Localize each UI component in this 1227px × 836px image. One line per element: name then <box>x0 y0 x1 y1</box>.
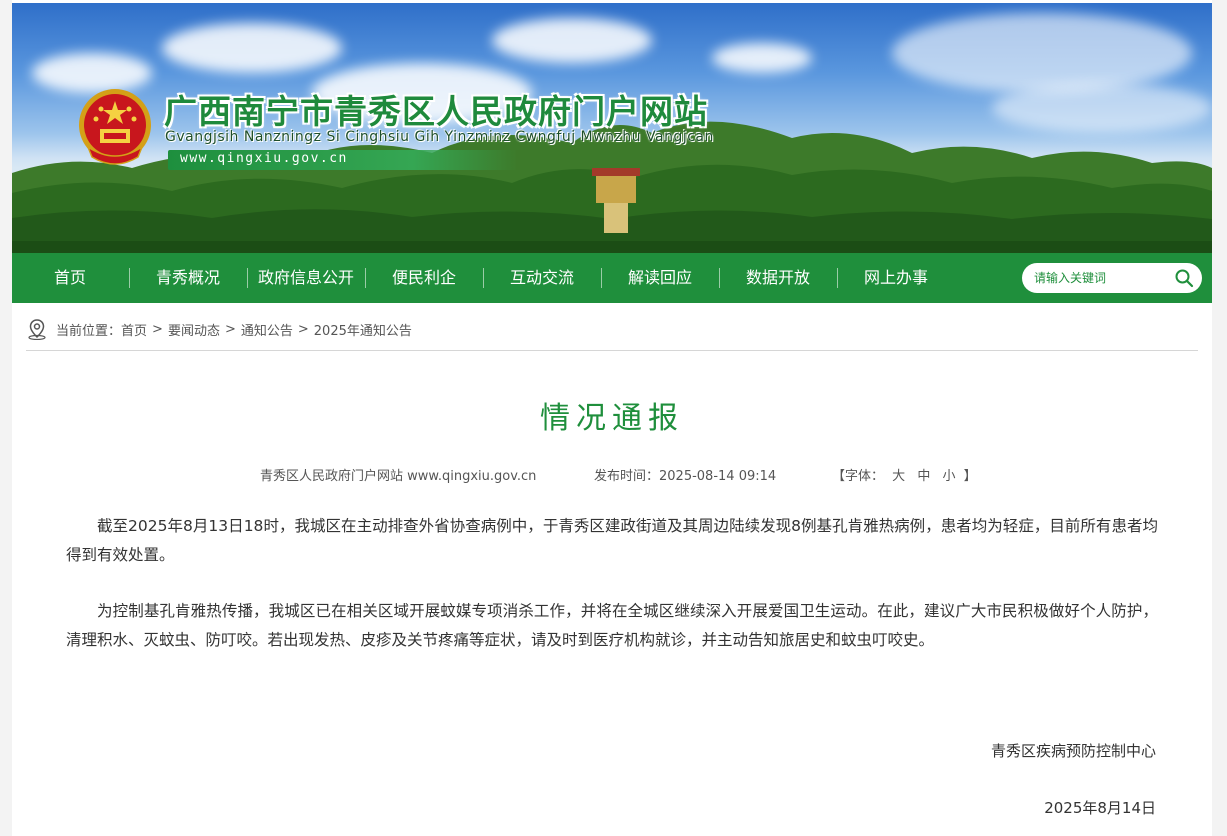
article-publish-info: 发布时间：2025-08-14 09:14 <box>594 465 776 484</box>
nav-item-gov-info[interactable]: 政府信息公开 <box>252 253 360 303</box>
nav-divider <box>129 268 130 288</box>
breadcrumb-separator: > <box>152 321 163 337</box>
nav-divider <box>483 268 484 288</box>
page: 广西南宁市青秀区人民政府门户网站 Gvangjsih Nanzningz Si … <box>12 0 1212 836</box>
publish-time: 2025-08-14 09:14 <box>659 469 777 484</box>
font-size-medium[interactable]: 中 <box>917 469 930 484</box>
nav-divider <box>247 268 248 288</box>
site-subtitle-zhuang: Gvangjsih Nanzningz Si Cinghsiu Gih Yinz… <box>165 129 714 145</box>
breadcrumb-divider <box>26 350 1198 351</box>
nav-item-services[interactable]: 便民利企 <box>384 253 464 303</box>
nav-item-online-service[interactable]: 网上办事 <box>856 253 936 303</box>
site-title: 广西南宁市青秀区人民政府门户网站 <box>164 92 708 131</box>
font-size-large[interactable]: 大 <box>892 469 905 484</box>
main-nav: 首页 青秀概况 政府信息公开 便民利企 互动交流 解读回应 数据开放 网上办事 <box>12 253 1212 303</box>
publish-label: 发布时间： <box>594 469 660 484</box>
nav-item-interaction[interactable]: 互动交流 <box>502 253 582 303</box>
nav-divider <box>719 268 720 288</box>
nav-item-home[interactable]: 首页 <box>30 253 110 303</box>
search-input[interactable] <box>1034 267 1169 289</box>
breadcrumb-news[interactable]: 要闻动态 <box>168 320 220 339</box>
nav-item-open-data[interactable]: 数据开放 <box>738 253 818 303</box>
nav-divider <box>601 268 602 288</box>
font-size-small[interactable]: 小 <box>942 469 955 484</box>
font-size-switch: 【字体： 大 中 小 】 <box>832 465 977 484</box>
nav-divider <box>365 268 366 288</box>
article-date: 2025年8月14日 <box>1044 799 1156 817</box>
national-emblem-icon <box>79 89 151 165</box>
search-box <box>1022 263 1202 293</box>
search-icon[interactable] <box>1174 268 1194 288</box>
site-url: www.qingxiu.gov.cn <box>180 151 348 166</box>
article-signature: 青秀区疾病预防控制中心 <box>990 742 1156 760</box>
nav-divider <box>837 268 838 288</box>
font-close: 】 <box>963 469 977 484</box>
breadcrumb-notices[interactable]: 通知公告 <box>241 320 293 339</box>
breadcrumb-prefix: 当前位置： <box>56 323 122 339</box>
breadcrumb-separator: > <box>224 321 236 337</box>
site-banner: 广西南宁市青秀区人民政府门户网站 Gvangjsih Nanzningz Si … <box>12 3 1212 253</box>
breadcrumb-2025-notices[interactable]: 2025年通知公告 <box>314 320 412 339</box>
breadcrumb-home[interactable]: 首页 <box>121 320 147 339</box>
breadcrumb: 当前位置： 首页 > 要闻动态 > 通知公告 > 2025年通知公告 <box>26 318 412 340</box>
location-pin-icon <box>28 319 46 340</box>
article-title: 情况通报 <box>540 401 684 436</box>
article-paragraph: 为控制基孔肯雅热传播，我城区已在相关区域开展蚊媒专项消杀工作，并将在全城区继续深… <box>66 602 1158 649</box>
nav-item-interpretation[interactable]: 解读回应 <box>620 253 700 303</box>
font-label: 【字体： <box>832 469 885 484</box>
article-source: 青秀区人民政府门户网站 www.qingxiu.gov.cn <box>260 469 537 484</box>
breadcrumb-separator: > <box>297 321 309 337</box>
article-paragraph: 截至2025年8月13日18时，我城区在主动排查外省协查病例中，于青秀区建政街道… <box>66 517 1158 564</box>
nav-item-overview[interactable]: 青秀概况 <box>148 253 228 303</box>
